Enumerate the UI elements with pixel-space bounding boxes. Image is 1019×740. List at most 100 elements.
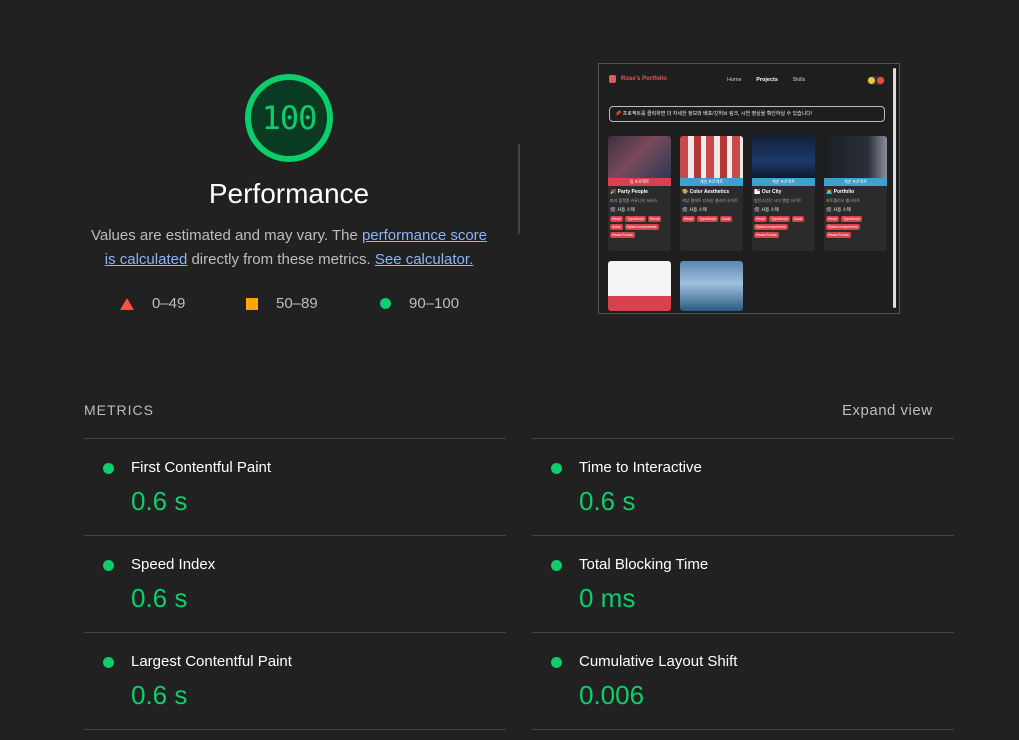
chip: React (610, 216, 624, 222)
card-desc: 방탄소년단 시티 앨범 사이트 (754, 198, 802, 203)
metric-value: 0.6 s (579, 486, 636, 516)
chip: React-Router (610, 232, 635, 238)
chip: Axios (719, 216, 733, 222)
chip: TypeScript (625, 216, 646, 222)
card-image (752, 136, 815, 178)
chip-list: React TypeScript Styled-components React… (826, 216, 885, 238)
chip: Styled-components (826, 224, 860, 230)
score-description: Values are estimated and may vary. The p… (84, 224, 494, 272)
metric-label: Cumulative Layout Shift (579, 653, 738, 670)
metric-value: 0.6 s (131, 486, 188, 516)
card-tag: 팀 프로젝트 (608, 178, 671, 186)
metric-value: 0 ms (579, 583, 636, 613)
project-card: 개인 프로젝트 👩‍💻 Portfolio 포트폴리오 웹사이트 🛠 사용 스택… (824, 136, 887, 251)
chip: TypeScript (769, 216, 790, 222)
pass-circle-icon (103, 560, 114, 571)
metric-value: 0.6 s (131, 680, 188, 710)
legend-fail: 0–49 (120, 295, 185, 312)
card-stack-label: 🛠 사용 스택 (754, 207, 779, 212)
card-image (680, 136, 743, 178)
pass-circle-icon (380, 298, 391, 309)
metric-label: Total Blocking Time (579, 556, 709, 573)
thumb-logo: Rose's Portfolio (609, 75, 667, 83)
description-text: directly from these metrics. (187, 251, 375, 268)
metric-total-blocking-time: Total Blocking Time 0 ms (532, 535, 954, 632)
description-text: Values are estimated and may vary. The (90, 227, 362, 244)
chip: React-Router (754, 232, 779, 238)
chip: Styled-components (754, 224, 788, 230)
thumb-banner: 📌 프로젝트를 클릭하면 더 자세한 정보와 배포/깃허브 링크, 시연 영상을… (609, 106, 885, 122)
toggle-knob (877, 77, 884, 84)
thumb-nav-projects: Projects (756, 77, 778, 83)
metrics-column-right: Time to Interactive 0.6 s Total Blocking… (532, 438, 954, 730)
pass-circle-icon (551, 657, 562, 668)
vertical-divider (518, 144, 520, 234)
thumb-scrollbar (893, 68, 896, 308)
card-stack-label: 🛠 사용 스택 (610, 207, 635, 212)
average-square-icon (246, 297, 258, 310)
card-desc: 포트폴리오 웹사이트 (826, 198, 861, 203)
chip: React (826, 216, 840, 222)
legend-average: 50–89 (246, 295, 318, 312)
card-title: 🎉 Party People (610, 189, 648, 195)
metric-value: 0.006 (579, 680, 645, 710)
project-card: 팀 프로젝트 🎉 Party People 파티 플랫폼 커뮤니티 서비스 🛠 … (608, 136, 671, 251)
thumb-nav-home: Home (727, 77, 742, 83)
metric-label: Time to Interactive (579, 459, 702, 476)
pass-circle-icon (103, 463, 114, 474)
moon-icon (868, 77, 875, 84)
legend-range: 50–89 (276, 295, 318, 312)
metric-cumulative-layout-shift: Cumulative Layout Shift 0.006 (532, 632, 954, 730)
chip-list: React TypeScript Axios (682, 216, 741, 222)
metric-largest-contentful-paint: Largest Contentful Paint 0.6 s (84, 632, 506, 730)
pass-circle-icon (551, 560, 562, 571)
score-value: 100 (261, 99, 318, 137)
theme-toggle (867, 76, 885, 85)
metrics-column-left: First Contentful Paint 0.6 s Speed Index… (84, 438, 506, 730)
card-image (824, 136, 887, 178)
card-tag: 개인 프로젝트 (824, 178, 887, 186)
chip: TypeScript (697, 216, 718, 222)
card-title: 🏙 Our City (754, 189, 782, 195)
metric-label: Largest Contentful Paint (131, 653, 292, 670)
card-stack-label: 🛠 사용 스택 (826, 207, 851, 212)
card-title: 👩‍💻 Portfolio (826, 189, 855, 195)
legend-range: 90–100 (409, 295, 460, 312)
card-stack-label: 🛠 사용 스택 (682, 207, 707, 212)
card-image (608, 136, 671, 178)
pass-circle-icon (551, 463, 562, 474)
chip-list: React TypeScript Axios Styled-components… (754, 216, 813, 238)
metric-first-contentful-paint: First Contentful Paint 0.6 s (84, 438, 506, 535)
chip: Recoil (647, 216, 662, 222)
metric-time-to-interactive: Time to Interactive 0.6 s (532, 438, 954, 535)
see-calculator-link[interactable]: See calculator. (375, 251, 473, 268)
chip: Axios (610, 224, 623, 230)
chip: TypeScript (841, 216, 862, 222)
card-desc: 파티 플랫폼 커뮤니티 서비스 (610, 198, 658, 203)
chip: React (754, 216, 768, 222)
project-card-partial (608, 261, 671, 311)
card-title: 🎨 Color Aesthetics (682, 189, 730, 195)
fail-triangle-icon (120, 297, 134, 310)
thumb-navbar: Rose's Portfolio Home Projects Skills (599, 64, 899, 98)
chip: React-Router (826, 232, 851, 238)
card-desc: 색상 팔레트 디자인 갤러리 사이트 (682, 198, 738, 203)
metric-label: First Contentful Paint (131, 459, 272, 476)
category-title: Performance (208, 178, 370, 209)
card-tag: 개인 프로젝트 (752, 178, 815, 186)
performance-score-gauge: 100 (243, 72, 335, 164)
legend-range: 0–49 (152, 295, 186, 312)
metric-value: 0.6 s (131, 583, 188, 613)
pass-circle-icon (103, 657, 114, 668)
card-tag: 개인 프로젝트 (680, 178, 743, 186)
legend-pass: 90–100 (380, 295, 459, 312)
chip-list: React TypeScript Recoil Axios Styled-com… (610, 216, 669, 238)
metric-speed-index: Speed Index 0.6 s (84, 535, 506, 632)
project-card-partial (680, 261, 743, 311)
metric-label: Speed Index (131, 556, 216, 573)
expand-view-button[interactable]: Expand view (842, 402, 933, 419)
thumb-nav-links: Home Projects Skills (727, 77, 818, 83)
chip: Axios (791, 216, 805, 222)
final-screenshot-thumbnail[interactable]: Rose's Portfolio Home Projects Skills 📌 … (598, 63, 900, 314)
rose-icon (609, 75, 616, 83)
